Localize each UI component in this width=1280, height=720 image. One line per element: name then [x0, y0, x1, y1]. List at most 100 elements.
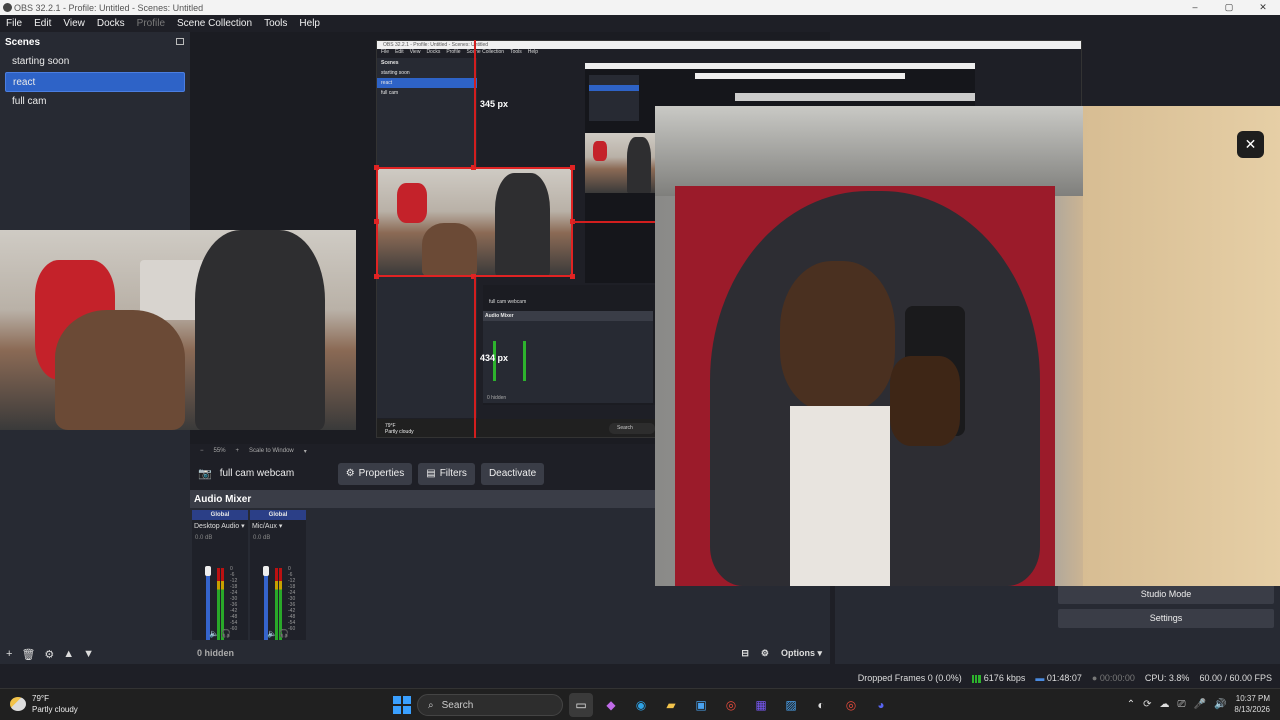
webcam-popup-window[interactable]	[655, 106, 1280, 586]
search-placeholder: Search	[441, 699, 474, 711]
properties-button[interactable]: ⚙ Properties	[337, 462, 413, 485]
weather-temp: 79°F	[32, 694, 49, 703]
menu-view[interactable]: View	[57, 18, 91, 29]
db-scale: 0 -6 -12 -18 -24 -30 -36 -42 -48 -54 -60	[230, 566, 237, 632]
nested-mixer-header: Audio Mixer	[483, 311, 653, 321]
taskbar-search[interactable]: ⌕ Search	[417, 694, 563, 716]
move-down-icon[interactable]: ▼	[83, 648, 94, 660]
channel-name: Desktop Audio	[194, 523, 240, 530]
tray-volume-icon[interactable]: 🔊	[1214, 699, 1226, 710]
scenes-header: Scenes	[0, 32, 190, 52]
channel-controls: 🔈 🎧	[209, 629, 231, 638]
resize-handle[interactable]	[570, 274, 575, 279]
task-view-icon[interactable]: ▭	[569, 693, 593, 717]
zoom-out-button[interactable]: −	[200, 448, 204, 454]
undock-icon[interactable]	[176, 38, 184, 45]
move-up-icon[interactable]: ▲	[63, 648, 74, 660]
scene-settings-icon[interactable]: ⚙	[44, 648, 54, 661]
tray-sync-icon[interactable]: ⟳	[1143, 699, 1151, 710]
nested-menu-view: View	[409, 49, 421, 55]
person-face	[780, 261, 895, 411]
camera-icon: 📷	[198, 468, 212, 480]
nested-weather-desc: Partly cloudy	[385, 429, 414, 435]
taskbar-clock[interactable]: 10:37 PM 8/13/2026	[1234, 693, 1270, 715]
resize-handle[interactable]	[374, 165, 379, 170]
nested-weather: 79°F Partly cloudy	[385, 423, 414, 435]
edge-icon[interactable]: ◉	[629, 693, 653, 717]
recursive-react-frame	[585, 133, 657, 193]
settings-button[interactable]: Settings	[1058, 609, 1274, 628]
cpu-usage: CPU: 3.8%	[1144, 673, 1190, 683]
nested-title: OBS 32.2.1 - Profile: Untitled - Scenes:…	[377, 41, 1081, 49]
filters-button[interactable]: ▤ Filters	[418, 462, 475, 485]
tray-mic-icon[interactable]: 🎤	[1194, 699, 1206, 710]
app-grid-icon[interactable]: ▦	[749, 693, 773, 717]
menu-docks[interactable]: Docks	[91, 18, 131, 29]
system-tray: ⌃ ⟳ ☁ ⎚ 🎤 🔊 10:37 PM 8/13/2026	[1127, 693, 1270, 715]
chrome-profile-icon[interactable]: ◎	[839, 693, 863, 717]
tray-overflow-icon[interactable]: ⌃	[1127, 699, 1135, 710]
nested-menu-profile: Profile	[446, 49, 461, 55]
nested-mixer: Audio Mixer 0 hidden	[483, 311, 653, 403]
selected-source-bounds[interactable]	[376, 167, 573, 277]
rec-time: ● 00:00:00	[1092, 673, 1135, 683]
zoom-in-button[interactable]: +	[236, 448, 240, 454]
rec-time-value: 00:00:00	[1099, 673, 1135, 683]
chevron-down-icon[interactable]: ▾	[304, 448, 307, 455]
close-window-button[interactable]: ✕	[1246, 0, 1280, 15]
speaker-icon[interactable]: 🔈	[267, 629, 277, 638]
nested-search: Search	[609, 423, 655, 434]
speaker-icon[interactable]: 🔈	[209, 629, 219, 638]
wood-door	[1083, 106, 1280, 586]
headphones-icon[interactable]: 🎧	[221, 629, 231, 638]
minimize-button[interactable]: –	[1178, 0, 1212, 15]
menu-profile[interactable]: Profile	[131, 18, 171, 29]
store-icon[interactable]: ▣	[689, 693, 713, 717]
scene-item-full-cam[interactable]: full cam	[5, 92, 185, 112]
close-popup-button[interactable]: ✕	[1237, 131, 1264, 158]
copilot-icon[interactable]: ◆	[599, 693, 623, 717]
studio-mode-button[interactable]: Studio Mode	[1058, 585, 1274, 604]
headphones-icon[interactable]: 🎧	[279, 629, 289, 638]
resize-handle[interactable]	[374, 274, 379, 279]
maximize-button[interactable]: ▢	[1212, 0, 1246, 15]
options-button[interactable]: Options ▾	[781, 648, 822, 659]
person-seated	[55, 310, 185, 430]
menu-scene-collection[interactable]: Scene Collection	[171, 18, 258, 29]
volume-slider-handle[interactable]	[263, 566, 269, 576]
tray-network-icon[interactable]: ⎚	[1178, 699, 1186, 710]
elevator-frame	[655, 106, 1085, 196]
resize-handle[interactable]	[570, 165, 575, 170]
menu-tools[interactable]: Tools	[258, 18, 293, 29]
hidden-count: 0 hidden	[197, 648, 235, 658]
menu-file[interactable]: File	[0, 18, 28, 29]
layout-icon[interactable]: ⊟	[741, 648, 749, 659]
properties-label: Properties	[358, 468, 405, 479]
remove-scene-icon[interactable]: 🗑	[21, 648, 35, 661]
file-explorer-icon[interactable]: ▰	[659, 693, 683, 717]
volume-slider-handle[interactable]	[205, 566, 211, 576]
window-title: OBS 32.2.1 - Profile: Untitled - Scenes:…	[14, 2, 204, 13]
taskbar-apps: ⌕ Search ▭ ◆ ◉ ▰ ▣ ◎ ▦ ▨ ◐ ◎ ◕	[393, 693, 893, 717]
resize-handle[interactable]	[374, 219, 379, 224]
channel-name-select[interactable]: Desktop Audio ▾	[192, 520, 248, 532]
obs-icon[interactable]: ◐	[809, 693, 833, 717]
scene-item-react[interactable]: react	[5, 72, 185, 92]
channel-name-select[interactable]: Mic/Aux ▾	[250, 520, 306, 532]
weather-widget[interactable]: 79°F Partly cloudy	[10, 693, 78, 715]
scale-mode-select[interactable]: Scale to Window	[249, 448, 294, 454]
chrome-icon[interactable]: ◎	[719, 693, 743, 717]
menu-help[interactable]: Help	[293, 18, 326, 29]
discord-icon[interactable]: ◕	[869, 693, 893, 717]
menu-edit[interactable]: Edit	[28, 18, 57, 29]
windows-start-icon[interactable]	[393, 696, 411, 714]
photos-icon[interactable]: ▨	[779, 693, 803, 717]
add-scene-icon[interactable]: +	[6, 648, 12, 660]
tray-cloud-icon[interactable]: ☁	[1160, 699, 1170, 710]
advanced-audio-icon[interactable]: ⚙	[761, 648, 769, 659]
channel-db: 0.0 dB	[253, 535, 271, 541]
deactivate-button[interactable]: Deactivate	[480, 462, 545, 485]
mixer-footer: 0 hidden ⊟ ⚙ Options ▾	[190, 645, 830, 661]
nested-menu-file: File	[381, 49, 390, 55]
scene-item-starting-soon[interactable]: starting soon	[5, 52, 185, 72]
